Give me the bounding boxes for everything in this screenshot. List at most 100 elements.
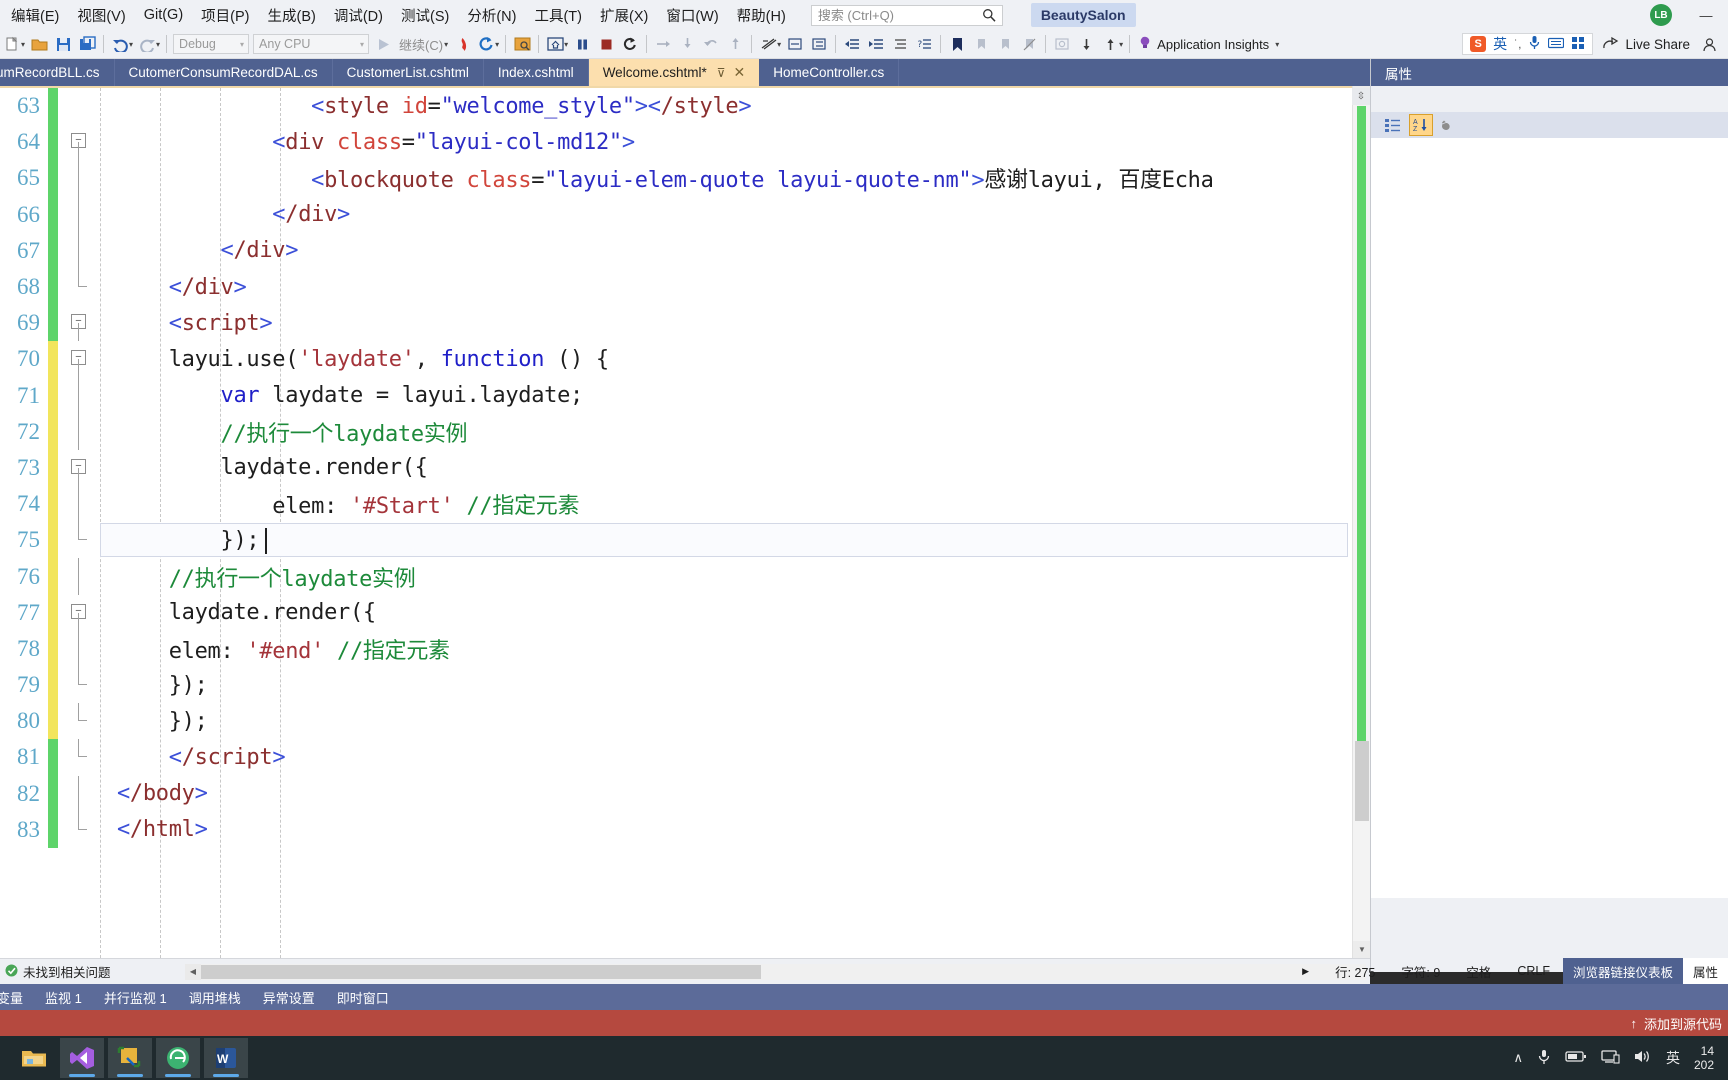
code-line[interactable]: 69− <script> <box>0 305 1370 342</box>
code-line[interactable]: 79 }); <box>0 667 1370 704</box>
code-line[interactable]: 67 </div> <box>0 232 1370 269</box>
continue-dropdown-icon[interactable]: ▾ <box>444 40 448 49</box>
tray-volume-icon[interactable] <box>1634 1049 1652 1067</box>
next-bookmark-icon[interactable] <box>970 33 992 55</box>
outline-margin[interactable]: − <box>58 124 100 161</box>
restart-icon[interactable] <box>475 33 497 55</box>
code-line[interactable]: 78 elem: '#end' //指定元素 <box>0 630 1370 667</box>
pause-icon[interactable] <box>571 33 593 55</box>
save-all-icon[interactable] <box>76 33 98 55</box>
tab-exception-settings[interactable]: 异常设置 <box>252 984 326 1010</box>
outline-margin[interactable] <box>58 196 100 233</box>
application-insights-button[interactable]: Application Insights ▾ <box>1138 35 1281 53</box>
window-preview-icon[interactable] <box>511 33 533 55</box>
code-text[interactable]: <script> <box>100 311 1370 336</box>
code-text[interactable]: </div> <box>100 275 1370 300</box>
tab-customerlist[interactable]: CustomerList.cshtml <box>333 59 484 86</box>
code-text[interactable]: </div> <box>100 202 1370 227</box>
menu-item-debug[interactable]: 调试(D) <box>325 0 392 31</box>
menu-item-extensions[interactable]: 扩展(X) <box>591 0 657 31</box>
tab-cutomerconsumrecorddal[interactable]: CutomerConsumRecordDAL.cs <box>115 59 333 86</box>
code-text[interactable]: </script> <box>100 745 1370 770</box>
code-text[interactable]: </div> <box>100 238 1370 263</box>
microphone-icon[interactable] <box>1528 35 1541 53</box>
apps-grid-icon[interactable] <box>1571 36 1585 53</box>
source-control-notification[interactable]: ↑ 添加到源代码 <box>0 1010 1728 1036</box>
code-line[interactable]: 66 </div> <box>0 196 1370 233</box>
code-line[interactable]: 83 </html> <box>0 811 1370 848</box>
feedback-icon[interactable] <box>1698 33 1720 55</box>
menu-item-test[interactable]: 测试(S) <box>392 0 458 31</box>
outline-margin[interactable] <box>58 703 100 739</box>
tab-browser-link-dashboard[interactable]: 浏览器链接仪表板 <box>1562 958 1683 984</box>
global-search[interactable] <box>810 4 1003 26</box>
step-home-icon[interactable] <box>544 33 566 55</box>
tray-ime-label[interactable]: 英 <box>1666 1048 1680 1068</box>
code-text[interactable]: //执行一个laydate实例 <box>100 561 1370 593</box>
stop-icon[interactable] <box>595 33 617 55</box>
menu-item-tools[interactable]: 工具(T) <box>525 0 591 31</box>
menu-item-window[interactable]: 窗口(W) <box>657 0 727 31</box>
code-text[interactable]: </body> <box>100 781 1370 806</box>
outline-margin[interactable]: − <box>58 305 100 342</box>
tab-immediate-window[interactable]: 即时窗口 <box>326 984 400 1010</box>
taskbar-browser-icon[interactable] <box>156 1038 200 1078</box>
code-lines[interactable]: 63 <style id="welcome_style"></style> 64−… <box>0 88 1370 848</box>
hscroll-left-icon[interactable]: ◀ <box>185 963 201 980</box>
outline-margin[interactable] <box>58 775 100 812</box>
code-line[interactable]: 72 //执行一个laydate实例 <box>0 413 1370 450</box>
code-line[interactable]: 64− <div class="layui-col-md12"> <box>0 124 1370 161</box>
outline-margin[interactable] <box>58 739 100 775</box>
avatar[interactable]: LB <box>1650 4 1672 26</box>
start-debug-icon[interactable] <box>372 33 394 55</box>
close-tab-icon[interactable]: ✕ <box>734 64 746 81</box>
code-text[interactable]: <blockquote class="layui-elem-quote layu… <box>100 162 1370 194</box>
keyboard-icon[interactable] <box>1548 37 1565 52</box>
code-line[interactable]: 71 var laydate = layui.laydate; <box>0 377 1370 414</box>
outline-margin[interactable] <box>58 88 100 124</box>
menu-item-build[interactable]: 生成(B) <box>259 0 325 31</box>
minimize-button[interactable]: — <box>1684 0 1728 30</box>
taskbar-file-explorer-icon[interactable] <box>12 1038 56 1078</box>
outline-margin[interactable] <box>58 667 100 703</box>
tab-umrecordbll[interactable]: umRecordBLL.cs <box>0 59 115 86</box>
step-out-icon[interactable] <box>700 33 722 55</box>
taskbar-word-icon[interactable]: W <box>204 1038 248 1078</box>
code-text[interactable]: }); <box>100 528 1370 553</box>
indent-icon[interactable] <box>865 33 887 55</box>
outline-margin[interactable] <box>58 522 100 558</box>
find-prev-icon[interactable] <box>1099 33 1121 55</box>
properties-wrench-icon[interactable] <box>1437 114 1461 136</box>
tray-chevron-icon[interactable]: ∧ <box>1513 1050 1523 1066</box>
comment-icon[interactable] <box>757 33 779 55</box>
code-text[interactable]: elem: '#end' //指定元素 <box>100 633 1370 665</box>
outline-margin[interactable]: − <box>58 595 100 631</box>
code-line[interactable]: 68 </div> <box>0 268 1370 306</box>
tray-microphone-icon[interactable] <box>1537 1049 1551 1068</box>
menu-item-edit[interactable]: 编辑(E) <box>2 0 68 31</box>
code-line[interactable]: 70− layui.use('laydate', function () { <box>0 341 1370 378</box>
app-insights-dropdown-icon[interactable]: ▾ <box>1275 40 1279 49</box>
outline-margin[interactable] <box>58 232 100 269</box>
ime-toolbar[interactable]: S 英 ˙, <box>1462 33 1594 55</box>
code-line[interactable]: 74 elem: '#Start' //指定元素 <box>0 486 1370 523</box>
tray-battery-icon[interactable] <box>1565 1050 1587 1066</box>
outline-margin[interactable]: − <box>58 450 100 487</box>
code-line[interactable]: 77− laydate.render({ <box>0 594 1370 631</box>
outline-margin[interactable] <box>58 268 100 305</box>
code-line[interactable]: 76 //执行一个laydate实例 <box>0 558 1370 595</box>
code-text[interactable]: laydate.render({ <box>100 600 1370 625</box>
bookmark-icon[interactable] <box>946 33 968 55</box>
step-into-icon[interactable] <box>676 33 698 55</box>
continue-label[interactable]: 继续(C) <box>395 35 447 54</box>
properties-grid[interactable] <box>1371 138 1728 898</box>
outdent-icon[interactable] <box>841 33 863 55</box>
menu-item-analyze[interactable]: 分析(N) <box>458 0 525 31</box>
code-editor[interactable]: 63 <style id="welcome_style"></style> 64−… <box>0 86 1370 958</box>
open-file-icon[interactable] <box>28 33 50 55</box>
code-text[interactable]: layui.use('laydate', function () { <box>100 347 1370 372</box>
expand-region-icon[interactable] <box>808 33 830 55</box>
search-input[interactable] <box>817 6 978 24</box>
code-text[interactable]: <style id="welcome_style"></style> <box>100 94 1370 119</box>
tab-watch-1[interactable]: 监视 1 <box>34 984 93 1010</box>
